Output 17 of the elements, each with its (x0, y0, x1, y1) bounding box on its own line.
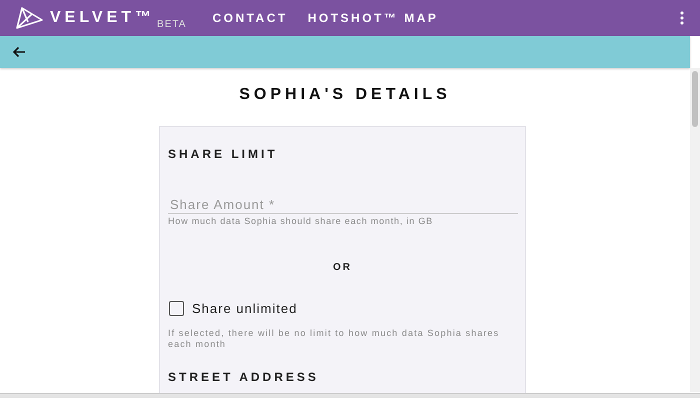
beta-label: BETA (157, 19, 186, 30)
scrollbar[interactable] (690, 68, 700, 392)
brand-name: VELVET™ (50, 9, 156, 27)
checkbox-hint: If selected, there will be no limit to how much data Sophia shares each month (168, 328, 500, 350)
nav-link[interactable]: HOTSHOT™ MAP (308, 11, 438, 25)
checkbox-label[interactable]: Share unlimited (192, 301, 298, 316)
menu-icon[interactable] (680, 11, 684, 25)
field-hint: How much data Sophia should share each month, in GB (168, 216, 434, 227)
or-separator: OR (333, 262, 352, 273)
section-heading: STREET ADDRESS (168, 370, 320, 384)
logo-icon (14, 6, 44, 30)
checkbox[interactable] (169, 301, 184, 316)
nav-link[interactable]: CONTACT (212, 11, 288, 25)
share-amount-field[interactable]: Share Amount * (168, 197, 518, 214)
back-icon[interactable] (12, 46, 26, 58)
section-heading: SHARE LIMIT (168, 147, 279, 161)
page-title: SOPHIA'S DETAILS (239, 86, 451, 104)
